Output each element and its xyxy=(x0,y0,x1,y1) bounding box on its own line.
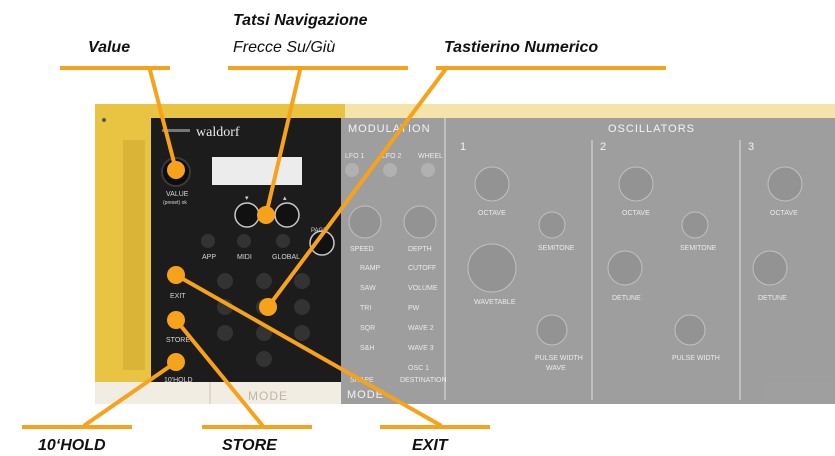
highlight-dot xyxy=(259,298,277,316)
osc3-detune-knob[interactable] xyxy=(752,250,788,286)
osc-label: SEMITONE xyxy=(538,245,575,252)
nav-down-button[interactable] xyxy=(234,202,260,228)
highlight-dot xyxy=(167,161,185,179)
speed-knob[interactable] xyxy=(348,205,382,239)
mod-list-item: SAW xyxy=(360,285,376,292)
osc-number-2: 2 xyxy=(600,141,607,153)
faded-synth-section: MODULATION OSCILLATORS MODE 1 2 3 LFO 1 … xyxy=(340,104,835,404)
mod-label: LFO 1 xyxy=(345,153,365,160)
osc-label: DETUNE xyxy=(612,295,641,302)
mod-knob-label: SPEED xyxy=(350,246,374,253)
osc-label: OCTAVE xyxy=(770,210,798,217)
osc1-wavetable-knob[interactable] xyxy=(467,243,517,293)
keypad-key[interactable] xyxy=(294,325,310,341)
osc1-semitone-knob[interactable] xyxy=(538,211,566,239)
screw-icon xyxy=(102,118,106,122)
side-button-label: EXIT xyxy=(170,293,186,300)
mod-list-item: CUTOFF xyxy=(408,265,436,272)
keypad-key[interactable] xyxy=(294,299,310,315)
mod-knob-label: DEPTH xyxy=(408,246,432,253)
osc-number-3: 3 xyxy=(748,141,755,153)
row-button-label: GLOBAL xyxy=(272,254,300,261)
mod-label: WHEEL xyxy=(418,153,443,160)
highlight-dot xyxy=(257,206,275,224)
lfo2-button[interactable] xyxy=(383,163,397,177)
mod-list-item: SQR xyxy=(360,325,375,332)
mod-list-item: S&H xyxy=(360,345,374,352)
osc3-octave-knob[interactable] xyxy=(767,166,803,202)
osc-label: OCTAVE xyxy=(622,210,650,217)
mod-list-item: WAVE 2 xyxy=(408,325,434,332)
osc-label: WAVE xyxy=(546,365,566,372)
highlight-dot xyxy=(167,311,185,329)
osc-label: PULSE WIDTH xyxy=(672,355,720,362)
osc-number-1: 1 xyxy=(460,141,467,153)
wheel-button[interactable] xyxy=(421,163,435,177)
mod-knob-label: DESTINATION xyxy=(400,377,447,384)
keypad-key[interactable] xyxy=(256,351,272,367)
row-button-label: APP xyxy=(202,254,216,261)
lcd-display xyxy=(212,157,302,185)
keypad-key[interactable] xyxy=(256,273,272,289)
nav-up-button[interactable] xyxy=(274,202,300,228)
osc-label: SEMITONE xyxy=(680,245,717,252)
synth-panel-graphic: MODULATION OSCILLATORS MODE 1 2 3 LFO 1 … xyxy=(83,68,835,427)
mod-list-item: PW xyxy=(408,305,420,312)
arrow-up-icon: ▴ xyxy=(283,195,287,202)
osc2-semitone-knob[interactable] xyxy=(681,211,709,239)
keypad-key[interactable] xyxy=(217,273,233,289)
osc-label: WAVETABLE xyxy=(474,299,516,306)
osc1-octave-knob[interactable] xyxy=(474,166,510,202)
mod-list-item: VOLUME xyxy=(408,285,438,292)
global-button[interactable] xyxy=(276,234,290,248)
mod-label: LFO 2 xyxy=(382,153,402,160)
value-sublabel: (preset) ok xyxy=(163,200,187,206)
section-oscillators: OSCILLATORS xyxy=(608,123,695,135)
osc-label: OCTAVE xyxy=(478,210,506,217)
side-cheek-inset xyxy=(123,140,145,370)
arrow-down-icon: ▾ xyxy=(245,195,249,202)
highlight-dot xyxy=(167,353,185,371)
osc1-pulse-width-knob[interactable] xyxy=(536,314,568,346)
lfo1-button[interactable] xyxy=(345,163,359,177)
highlight-dot xyxy=(167,266,185,284)
side-button-label: STORE xyxy=(166,337,190,344)
osc-label: DETUNE xyxy=(758,295,787,302)
mod-list-item: RAMP xyxy=(360,265,381,272)
mod-list-item: WAVE 3 xyxy=(408,345,434,352)
yellow-top-frame xyxy=(95,104,345,118)
row-button-label: MIDI xyxy=(237,254,252,261)
depth-knob[interactable] xyxy=(403,205,437,239)
midi-button[interactable] xyxy=(237,234,251,248)
osc-label: PULSE WIDTH xyxy=(535,355,583,362)
value-label: VALUE xyxy=(166,191,189,198)
section-modulation: MODULATION xyxy=(348,123,431,135)
keypad-key[interactable] xyxy=(217,325,233,341)
brand-logo: waldorf xyxy=(196,125,240,140)
mod-list-item: OSC 1 xyxy=(408,365,429,372)
osc2-detune-knob[interactable] xyxy=(607,250,643,286)
app-button[interactable] xyxy=(201,234,215,248)
mod-list-item: TRI xyxy=(360,305,371,312)
osc2-octave-knob[interactable] xyxy=(618,166,654,202)
section-mode-left: MODE xyxy=(248,389,288,403)
osc2-pulse-width-knob[interactable] xyxy=(674,314,706,346)
side-button-label: 10'HOLD xyxy=(164,377,193,384)
keypad-key[interactable] xyxy=(294,273,310,289)
